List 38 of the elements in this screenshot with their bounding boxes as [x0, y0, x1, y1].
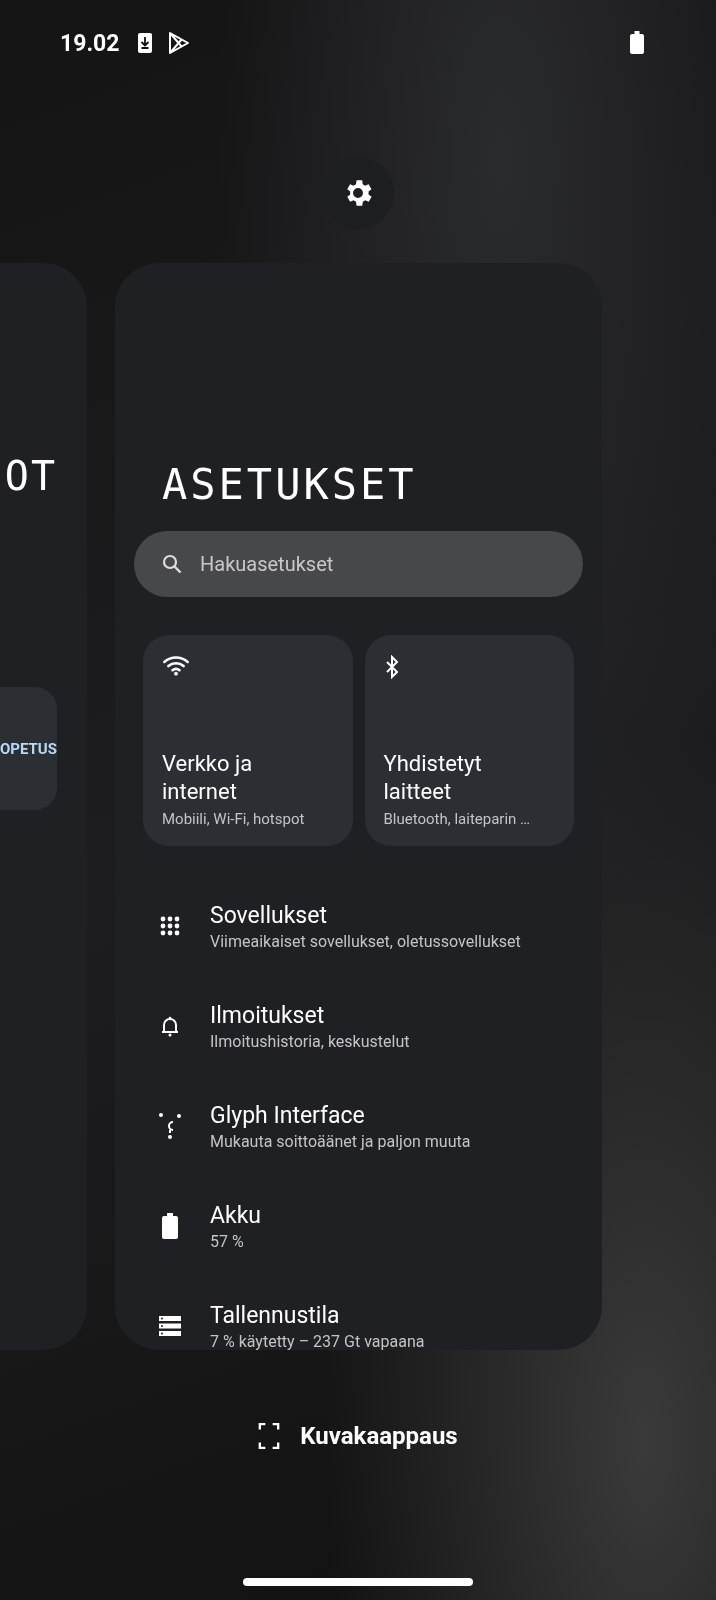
app-grid-icon — [160, 916, 180, 936]
item-subtitle: Viimeaikaiset sovellukset, oletussovellukset — [210, 931, 521, 951]
settings-item[interactable]: Ilmoitukset Ilmoitushistoria, keskustelut — [134, 976, 583, 1076]
screenshot-icon — [258, 1422, 281, 1450]
search-field[interactable]: Hakuasetukset — [134, 531, 583, 597]
bell-icon — [160, 1014, 180, 1038]
battery-icon — [162, 1213, 178, 1239]
screenshot-button[interactable]: Kuvakaappaus — [252, 1416, 464, 1456]
item-subtitle: Mukauta soittoäänet ja paljon muuta — [210, 1131, 471, 1151]
tile-title: Yhdistetyt laitteet — [383, 750, 483, 806]
item-title: Glyph Interface — [210, 1101, 366, 1130]
storage-icon — [159, 1316, 181, 1336]
bluetooth-icon — [383, 655, 400, 679]
app-title: OT — [4, 453, 57, 499]
settings-item[interactable]: Tallennustila 7 % käytetty – 237 Gt vapaana — [134, 1276, 583, 1350]
item-subtitle: 7 % käytetty – 237 Gt vapaana — [210, 1331, 425, 1350]
tile-subtitle: Bluetooth, laiteparin … — [383, 810, 531, 828]
item-subtitle: Ilmoitushistoria, keskustelut — [210, 1031, 410, 1051]
settings-title: ASETUKSET — [162, 463, 418, 507]
item-title: Ilmoitukset — [210, 1001, 326, 1030]
item-title: Tallennustila — [210, 1301, 341, 1330]
wifi-icon — [162, 655, 190, 676]
status-time: 19.02 — [60, 29, 120, 57]
settings-item[interactable]: Sovellukset Viimeaikaiset sovellukset, oletussovellukset — [134, 876, 583, 976]
tile-subtitle: Mobiili, Wi-Fi, hotspot — [162, 810, 305, 828]
settings-tile[interactable]: Verkko ja internet Mobiili, Wi-Fi, hotspot — [143, 635, 353, 846]
download-notification-icon — [137, 32, 154, 54]
battery-icon — [630, 31, 644, 55]
item-title: Sovellukset — [210, 901, 328, 930]
settings-item[interactable]: Akku 57 % — [134, 1176, 583, 1276]
item-title: Akku — [210, 1201, 261, 1230]
app-preview-card[interactable]: OT OPETUS — [0, 263, 87, 1350]
item-subtitle: 57 % — [210, 1231, 245, 1251]
tile[interactable]: OPETUS — [0, 687, 57, 810]
settings-tile[interactable]: Yhdistetyt laitteet Bluetooth, laiteparin … — [364, 635, 574, 846]
settings-item[interactable]: Glyph Interface Mukauta soittoäänet ja paljon muuta — [134, 1076, 583, 1176]
tile-title: Verkko ja internet — [162, 750, 254, 806]
settings-app-card[interactable] — [115, 263, 602, 1350]
